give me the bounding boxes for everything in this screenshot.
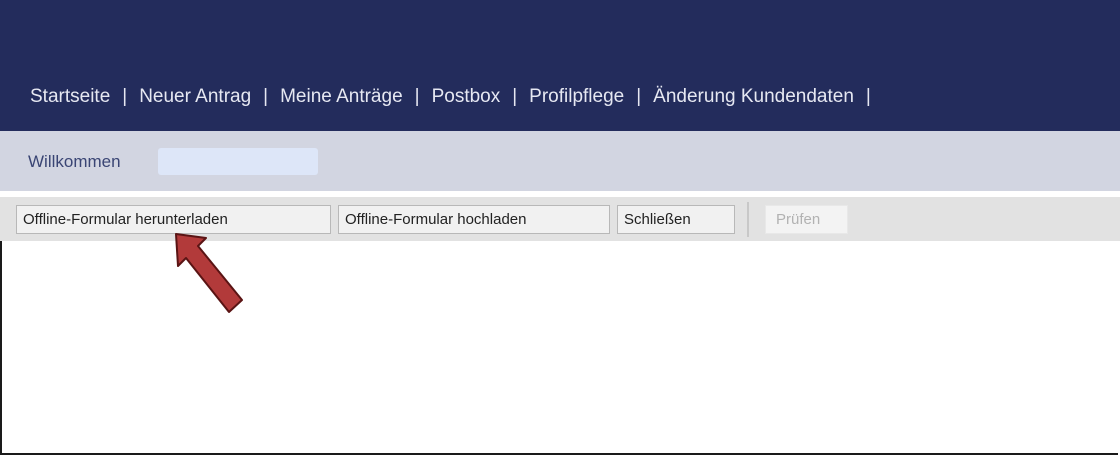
nav-item-aenderung-kundendaten[interactable]: Änderung Kundendaten	[653, 86, 854, 107]
main-navigation: Startseite | Neuer Antrag | Meine Anträge | Po…	[30, 86, 883, 108]
header-bar	[0, 0, 1120, 131]
red-arrow-icon	[175, 233, 243, 313]
nav-separator: |	[865, 86, 871, 107]
welcome-label: Willkommen	[28, 152, 121, 171]
check-button[interactable]: Prüfen	[765, 205, 848, 234]
nav-separator: |	[512, 86, 518, 107]
nav-item-profilpflege[interactable]: Profilpflege	[529, 86, 624, 107]
nav-separator: |	[122, 86, 128, 107]
nav-item-postbox[interactable]: Postbox	[432, 86, 501, 107]
nav-item-meine-antraege[interactable]: Meine Anträge	[280, 86, 403, 107]
nav-item-neuer-antrag[interactable]: Neuer Antrag	[139, 86, 251, 107]
nav-separator: |	[263, 86, 269, 107]
close-button[interactable]: Schließen	[617, 205, 735, 234]
nav-item-startseite[interactable]: Startseite	[30, 86, 110, 107]
nav-separator: |	[636, 86, 642, 107]
upload-offline-form-button[interactable]: Offline-Formular hochladen	[338, 205, 610, 234]
user-name-field	[158, 148, 318, 175]
nav-separator: |	[414, 86, 420, 107]
toolbar-divider	[747, 202, 749, 237]
download-offline-form-button[interactable]: Offline-Formular herunterladen	[16, 205, 331, 234]
